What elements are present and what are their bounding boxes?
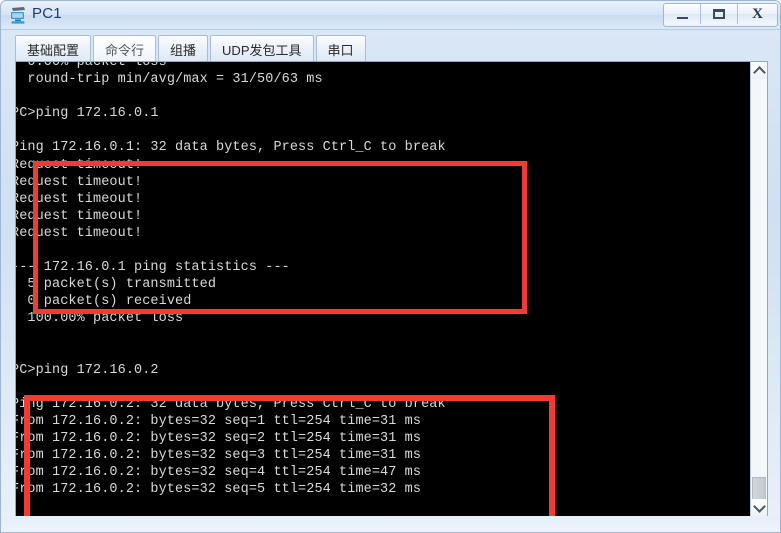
window-title: PC1 (32, 5, 62, 22)
terminal-line: PC>ping 172.16.0.2 (16, 362, 159, 378)
scroll-up-button[interactable] (751, 62, 767, 79)
terminal-line: Request timeout! (16, 208, 143, 224)
terminal-line: From 172.16.0.2: bytes=32 seq=1 ttl=254 … (16, 413, 422, 429)
terminal-line: From 172.16.0.2: bytes=32 seq=3 ttl=254 … (16, 448, 422, 464)
tab-label: UDP发包工具 (222, 42, 302, 58)
chevron-down-icon (752, 499, 766, 513)
minimize-button[interactable] (664, 4, 701, 24)
chevron-up-icon (752, 65, 766, 79)
terminal-line: Request timeout! (16, 191, 143, 207)
terminal-line: Request timeout! (16, 157, 143, 173)
terminal-line: From 172.16.0.2: bytes=32 seq=2 ttl=254 … (16, 431, 422, 447)
terminal-line: From 172.16.0.2: bytes=32 seq=4 ttl=254 … (16, 465, 422, 481)
tab-label: 命令行 (105, 42, 145, 58)
tab-command-line[interactable]: 命令行 (93, 35, 157, 62)
window-controls: X (663, 3, 778, 27)
title-bar: PC1 X (1, 1, 780, 30)
terminal-output[interactable]: 0.00% packet loss round-trip min/avg/max… (16, 62, 753, 516)
terminal-line: 0 packet(s) received (16, 294, 192, 310)
terminal-line: 0.00% packet loss (16, 62, 167, 70)
terminal-line: 5 packet(s) transmitted (16, 277, 217, 293)
close-icon: X (752, 5, 763, 22)
tab-strip: 基础配置 命令行 组播 UDP发包工具 串口 (15, 35, 368, 62)
scroll-down-button[interactable] (751, 499, 767, 516)
tab-label: 组播 (170, 42, 197, 58)
pc-terminal-icon (9, 6, 29, 25)
terminal-line: Ping 172.16.0.2: 32 data bytes, Press Ct… (16, 396, 446, 412)
tab-label: 基础配置 (27, 42, 80, 58)
tab-serial-port[interactable]: 串口 (315, 35, 366, 62)
terminal-line: Request timeout! (16, 174, 143, 190)
tab-label: 串口 (327, 42, 354, 58)
terminal-line: Request timeout! (16, 225, 143, 241)
maximize-button[interactable] (701, 4, 738, 24)
terminal-text: 0.00% packet loss round-trip min/avg/max… (16, 62, 446, 516)
terminal-line: --- 172.16.0.1 ping statistics --- (16, 260, 290, 276)
maximize-icon (713, 9, 725, 19)
terminal-line: PC>ping 172.16.0.1 (16, 106, 159, 122)
tab-basic-config[interactable]: 基础配置 (15, 35, 92, 62)
console-panel: 0.00% packet loss round-trip min/avg/max… (15, 61, 768, 517)
terminal-line: round-trip min/avg/max = 31/50/63 ms (16, 72, 323, 88)
tab-multicast[interactable]: 组播 (158, 35, 209, 62)
close-button[interactable]: X (738, 4, 777, 24)
vertical-scrollbar[interactable] (750, 62, 767, 516)
tab-udp-packet-tool[interactable]: UDP发包工具 (210, 35, 314, 62)
pc1-window: PC1 X 基础配置 命令行 组播 UDP发包工具 串口 0.00% packe… (0, 0, 781, 533)
terminal-line: Ping 172.16.0.1: 32 data bytes, Press Ct… (16, 140, 446, 156)
terminal-line: From 172.16.0.2: bytes=32 seq=5 ttl=254 … (16, 482, 422, 498)
scrollbar-track[interactable] (751, 79, 767, 514)
window-bottom-filler (1, 516, 780, 532)
terminal-line: 100.00% packet loss (16, 311, 184, 327)
minimize-icon (676, 16, 688, 19)
